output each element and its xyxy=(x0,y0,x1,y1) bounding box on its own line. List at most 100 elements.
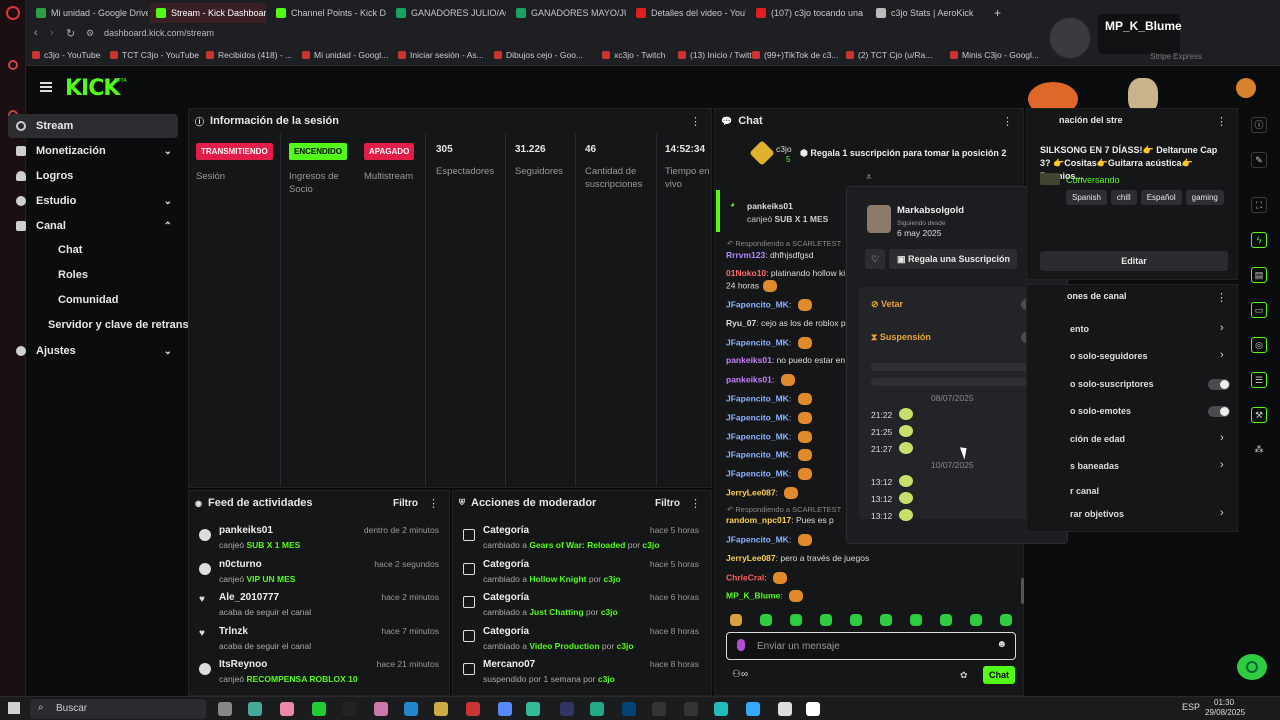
kebab-menu-icon[interactable]: ⋮ xyxy=(1216,291,1227,304)
broadcast-icon[interactable]: ◎ xyxy=(1251,337,1267,353)
bookmark-item[interactable]: (2) TCT Cjo (u/Ra... xyxy=(846,50,932,60)
chat-message[interactable]: 24 horas xyxy=(726,280,778,292)
nav-stream[interactable]: Stream xyxy=(8,114,178,138)
emote-icon[interactable] xyxy=(820,614,832,626)
pencil-icon[interactable]: ✎ xyxy=(1251,152,1267,168)
mic-icon[interactable] xyxy=(737,639,745,651)
chat-message[interactable]: pankeiks01: xyxy=(726,374,795,386)
channel-action-item[interactable]: ento › xyxy=(1026,322,1236,337)
channel-action-item[interactable]: o solo-seguidores › xyxy=(1026,349,1236,364)
chat-username[interactable]: Ryu_07 xyxy=(726,318,756,328)
chat-input-box[interactable]: Enviar un mensaje ☻ xyxy=(726,632,1016,660)
info-icon[interactable]: ⓘ xyxy=(1251,117,1267,133)
chat-message[interactable]: JFapencito_MK: xyxy=(726,534,812,546)
chat-input[interactable]: Enviar un mensaje xyxy=(757,641,840,652)
nav-canal[interactable]: Canal ⌃ xyxy=(8,214,178,238)
kick-logo[interactable]: KICK xyxy=(65,76,120,101)
chat-bubble-icon[interactable]: ▭ xyxy=(1251,302,1267,318)
tab-aerokick[interactable]: c3jo Stats | AeroKick xyxy=(870,3,986,23)
taskbar-app-icon[interactable] xyxy=(434,702,448,716)
chat-message[interactable]: JFapencito_MK: xyxy=(726,431,812,443)
taskbar-search[interactable]: ⌕ Buscar xyxy=(30,699,206,719)
clock-date[interactable]: 29/08/2025 xyxy=(1205,708,1245,717)
user-card-name[interactable]: Markabsolgold xyxy=(897,205,964,216)
mod-action-item[interactable]: Categoría cambiado a Hollow Knight por c3… xyxy=(453,557,711,589)
emote-icon[interactable] xyxy=(940,614,952,626)
messenger-icon[interactable] xyxy=(7,60,18,70)
nav-estudio[interactable]: Estudio ⌄ xyxy=(8,189,178,213)
channel-action-item[interactable]: r canal xyxy=(1026,485,1236,499)
document-icon[interactable]: ▤ xyxy=(1251,267,1267,283)
nav-logros[interactable]: Logros xyxy=(8,164,178,188)
chat-username[interactable]: pankeiks01 xyxy=(726,374,772,384)
chat-message[interactable]: JerryLee087: pero a través de juegos xyxy=(726,553,869,563)
taskbar-app-icon[interactable] xyxy=(312,702,326,716)
tab-channel-points[interactable]: Channel Points - Kick Da xyxy=(270,3,386,23)
back-icon[interactable]: ‹ xyxy=(34,27,38,39)
support-button[interactable] xyxy=(1237,654,1267,680)
nav-sub-comunidad[interactable]: Comunidad xyxy=(58,294,119,306)
taskbar-app-icon[interactable] xyxy=(806,702,820,716)
wrench-icon[interactable]: ⚒ xyxy=(1251,407,1267,423)
chat-username[interactable]: JFapencito_MK xyxy=(726,412,789,422)
chat-tools-icon[interactable]: ⚇∞ xyxy=(732,669,748,680)
chat-username[interactable]: JFapencito_MK xyxy=(726,468,789,478)
emoji-icon[interactable]: ☻ xyxy=(996,639,1007,650)
kebab-menu-icon[interactable]: ⋮ xyxy=(690,497,701,510)
kebab-menu-icon[interactable]: ⋮ xyxy=(690,115,701,128)
taskbar-app-icon[interactable] xyxy=(652,702,666,716)
emote-icon[interactable] xyxy=(970,614,982,626)
taskbar-app-icon[interactable] xyxy=(218,702,232,716)
bookmark-item[interactable]: (99+)TikTok de c3... xyxy=(752,50,839,60)
chat-message[interactable]: JFapencito_MK: xyxy=(726,468,812,480)
url-field[interactable]: dashboard.kick.com/stream xyxy=(104,28,214,38)
chat-message[interactable]: 01Noko10: platinando hollow ki xyxy=(726,268,845,278)
taskbar-app-icon[interactable] xyxy=(778,702,792,716)
kebab-menu-icon[interactable]: ⋮ xyxy=(428,497,439,510)
emote-icon[interactable] xyxy=(1000,614,1012,626)
chat-message[interactable]: pankeiks01: no puedo estar en xyxy=(726,355,845,365)
toggle-switch[interactable] xyxy=(1208,406,1230,417)
emote-icon[interactable] xyxy=(880,614,892,626)
bookmark-item[interactable]: Recibidos (418) - ... xyxy=(206,50,292,60)
tab-google-drive[interactable]: Mi unidad - Google Drive xyxy=(30,3,148,23)
menu-icon[interactable] xyxy=(40,82,52,92)
tab-kick-dashboard[interactable]: Stream - Kick Dashboard xyxy=(150,3,266,23)
chat-username[interactable]: JFapencito_MK xyxy=(726,299,789,309)
chat-message[interactable]: JFapencito_MK: xyxy=(726,337,812,349)
feed-item[interactable]: ♥ Ale_2010777 acaba de seguir el canal hace… xyxy=(189,590,451,622)
tab-ganadores-mayo[interactable]: GANADORES MAYO/JUN xyxy=(510,3,626,23)
chat-username[interactable]: JerryLee087 xyxy=(726,487,776,497)
mod-action-item[interactable]: Categoría cambiado a Just Chatting por c3… xyxy=(453,590,711,622)
lightning-icon[interactable]: ϟ xyxy=(1251,232,1267,248)
channel-action-item[interactable]: ción de edad › xyxy=(1026,432,1236,447)
bookmark-item[interactable]: (13) Inicio / Twitter xyxy=(678,50,759,60)
taskbar-app-icon[interactable] xyxy=(466,702,480,716)
opera-logo-icon[interactable] xyxy=(5,6,20,20)
bookmark-item[interactable]: Mi unidad - Googl... xyxy=(302,50,388,60)
clock-time[interactable]: 01:30 xyxy=(1214,698,1234,707)
chat-message[interactable]: ChrleCral: xyxy=(726,572,787,584)
mod-filter-button[interactable]: Filtro xyxy=(655,498,680,509)
nav-server-key[interactable]: Servidor y clave de retrans xyxy=(48,319,189,331)
feed-item[interactable]: n0cturno canjeó VIP UN MES hace 2 segundos xyxy=(189,557,451,589)
emote-icon[interactable] xyxy=(850,614,862,626)
chat-username[interactable]: JFapencito_MK xyxy=(726,337,789,347)
feed-item[interactable]: pankeiks01 canjeó SUB X 1 MES dentro de 2 … xyxy=(189,523,451,555)
nav-monetizacion[interactable]: Monetización ⌄ xyxy=(8,139,178,163)
nav-ajustes[interactable]: Ajustes ⌄ xyxy=(8,339,178,363)
bookmark-item[interactable]: Minis C3jo - Googl... xyxy=(950,50,1039,60)
tab-youtube-video[interactable]: (107) c3jo tocando una c xyxy=(750,3,866,23)
chat-username[interactable]: pankeiks01 xyxy=(726,355,772,365)
chat-message[interactable]: JFapencito_MK: xyxy=(726,449,812,461)
taskbar-app-icon[interactable] xyxy=(684,702,698,716)
chat-message[interactable]: Ryu_07: cejo as los de roblox p xyxy=(726,318,846,328)
expand-icon[interactable]: ⛶ xyxy=(1251,197,1267,213)
chat-username[interactable]: Rrrvm123 xyxy=(726,250,765,260)
highlight-user[interactable]: pankeiks01 xyxy=(747,201,793,211)
channel-action-item[interactable]: o solo-emotes xyxy=(1026,405,1236,419)
taskbar-app-icon[interactable] xyxy=(404,702,418,716)
taskbar-app-icon[interactable] xyxy=(746,702,760,716)
chat-send-button[interactable]: Chat xyxy=(983,666,1015,684)
windows-start-icon[interactable] xyxy=(8,702,20,714)
